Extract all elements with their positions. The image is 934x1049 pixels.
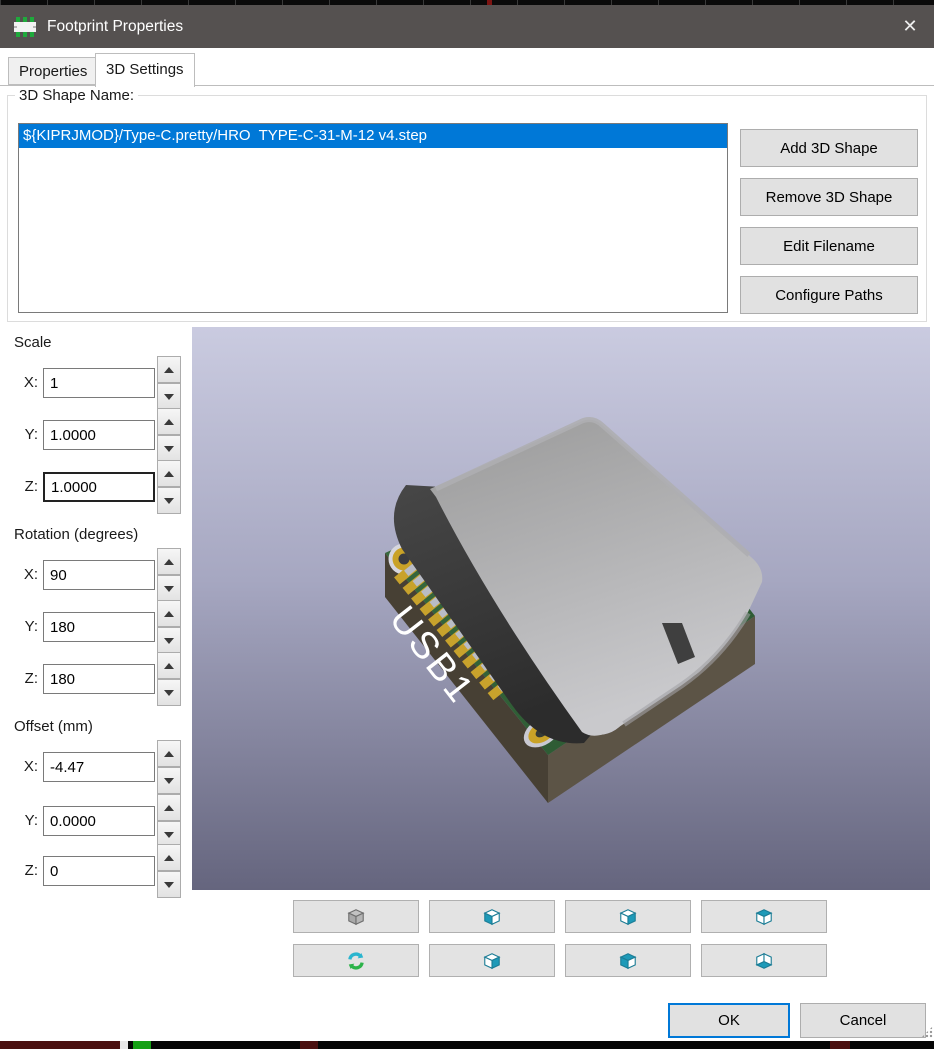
rotation-y-input[interactable] xyxy=(43,612,155,642)
scale-y-spinner xyxy=(157,408,181,462)
offset-y-row: Y: xyxy=(0,806,190,836)
shape-name-groupbox: 3D Shape Name: ${KIPRJMOD}/Type-C.pretty… xyxy=(7,95,927,322)
view-right-button[interactable] xyxy=(429,944,555,977)
rotation-z-row: Z: xyxy=(0,664,190,694)
tab-3d-settings[interactable]: 3D Settings xyxy=(95,53,195,87)
refresh-view-button[interactable] xyxy=(293,944,419,977)
spin-down-button[interactable] xyxy=(157,435,181,462)
footprint-properties-dialog: Properties 3D Settings 3D Shape Name: ${… xyxy=(0,48,934,1041)
view-left-icon xyxy=(482,907,502,927)
scale-z-spinner xyxy=(157,460,181,514)
rotation-x-row: X: xyxy=(0,560,190,590)
offset-z-spinner xyxy=(157,844,181,898)
shape-listbox[interactable]: ${KIPRJMOD}/Type-C.pretty/HRO TYPE-C-31-… xyxy=(18,123,728,313)
isometric-view-icon xyxy=(346,907,366,927)
shape-name-label: 3D Shape Name: xyxy=(15,87,138,104)
axis-label: Z: xyxy=(10,472,38,502)
rotation-z-input[interactable] xyxy=(43,664,155,694)
offset-y-input[interactable] xyxy=(43,806,155,836)
view-right-icon xyxy=(482,951,502,971)
rotation-y-spinner xyxy=(157,600,181,654)
spin-down-button[interactable] xyxy=(157,383,181,410)
scale-y-input[interactable] xyxy=(43,420,155,450)
view-top-icon xyxy=(754,907,774,927)
spin-down-button[interactable] xyxy=(157,487,181,514)
spin-down-button[interactable] xyxy=(157,575,181,602)
rotation-z-spinner xyxy=(157,652,181,706)
offset-x-row: X: xyxy=(0,752,190,782)
rotation-y-row: Y: xyxy=(0,612,190,642)
scale-x-input[interactable] xyxy=(43,368,155,398)
edit-filename-button[interactable]: Edit Filename xyxy=(740,227,918,265)
offset-z-input[interactable] xyxy=(43,856,155,886)
shape-list-item[interactable]: ${KIPRJMOD}/Type-C.pretty/HRO TYPE-C-31-… xyxy=(19,124,727,148)
ok-button[interactable]: OK xyxy=(668,1003,790,1038)
spin-up-button[interactable] xyxy=(157,844,181,871)
view-front-button[interactable] xyxy=(565,900,691,933)
remove-3d-shape-button[interactable]: Remove 3D Shape xyxy=(740,178,918,216)
offset-x-input[interactable] xyxy=(43,752,155,782)
rotation-x-input[interactable] xyxy=(43,560,155,590)
refresh-view-icon xyxy=(346,951,366,971)
spin-up-button[interactable] xyxy=(157,548,181,575)
spin-up-button[interactable] xyxy=(157,600,181,627)
close-icon[interactable]: ✕ xyxy=(886,5,934,48)
axis-label: X: xyxy=(10,560,38,590)
view-back-button[interactable] xyxy=(565,944,691,977)
cancel-button[interactable]: Cancel xyxy=(800,1003,926,1038)
configure-paths-button[interactable]: Configure Paths xyxy=(740,276,918,314)
axis-label: X: xyxy=(10,368,38,398)
view-front-icon xyxy=(618,907,638,927)
tab-properties[interactable]: Properties xyxy=(8,57,98,85)
rotation-x-spinner xyxy=(157,548,181,602)
window-title: Footprint Properties xyxy=(47,18,183,36)
view-back-icon xyxy=(618,951,638,971)
offset-y-spinner xyxy=(157,794,181,848)
isometric-view-button[interactable] xyxy=(293,900,419,933)
scale-x-spinner xyxy=(157,356,181,410)
axis-label: Y: xyxy=(10,612,38,642)
scale-z-row: Z: xyxy=(0,472,190,502)
spin-up-button[interactable] xyxy=(157,794,181,821)
spin-up-button[interactable] xyxy=(157,460,181,487)
spin-down-button[interactable] xyxy=(157,767,181,794)
scale-x-row: X: xyxy=(0,368,190,398)
axis-label: Y: xyxy=(10,806,38,836)
titlebar: Footprint Properties ✕ xyxy=(0,5,934,48)
axis-label: Z: xyxy=(10,664,38,694)
rotation-section-label: Rotation (degrees) xyxy=(14,526,138,543)
axis-label: Z: xyxy=(10,856,38,886)
spin-up-button[interactable] xyxy=(157,356,181,383)
scale-section-label: Scale xyxy=(14,334,52,351)
spin-up-button[interactable] xyxy=(157,740,181,767)
scale-z-input[interactable] xyxy=(43,472,155,502)
offset-z-row: Z: xyxy=(0,856,190,886)
scale-y-row: Y: xyxy=(0,420,190,450)
offset-x-spinner xyxy=(157,740,181,794)
spin-down-button[interactable] xyxy=(157,679,181,706)
view-left-button[interactable] xyxy=(429,900,555,933)
axis-label: X: xyxy=(10,752,38,782)
offset-section-label: Offset (mm) xyxy=(14,718,93,735)
view-bottom-button[interactable] xyxy=(701,944,827,977)
background-app-edge-bottom xyxy=(0,1041,934,1049)
footprint-icon xyxy=(13,17,37,37)
spin-up-button[interactable] xyxy=(157,408,181,435)
spin-down-button[interactable] xyxy=(157,871,181,898)
spin-down-button[interactable] xyxy=(157,627,181,654)
view-top-button[interactable] xyxy=(701,900,827,933)
view-bottom-icon xyxy=(754,951,774,971)
axis-label: Y: xyxy=(10,420,38,450)
spin-up-button[interactable] xyxy=(157,652,181,679)
3d-preview-viewport[interactable]: USB1 xyxy=(192,327,930,890)
add-3d-shape-button[interactable]: Add 3D Shape xyxy=(740,129,918,167)
